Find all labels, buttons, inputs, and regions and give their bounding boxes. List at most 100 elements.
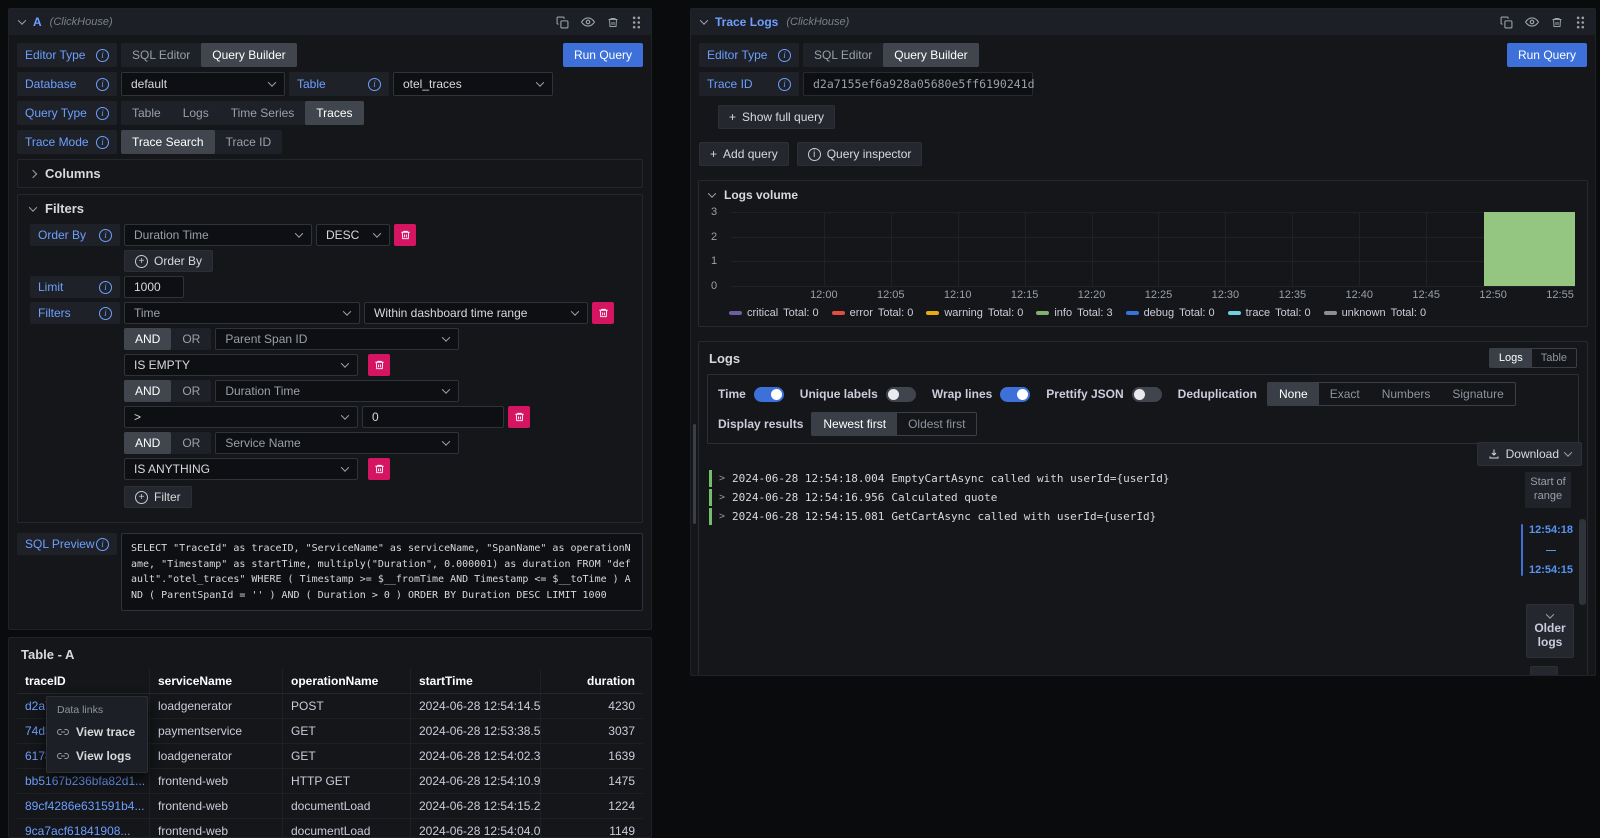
info-icon[interactable]: i xyxy=(96,538,109,551)
query-builder-option[interactable]: Query Builder xyxy=(201,43,296,67)
time-toggle[interactable]: Time xyxy=(718,387,784,402)
or-option[interactable]: OR xyxy=(171,380,211,402)
filter-operator-select[interactable]: Within dashboard time range xyxy=(364,302,588,324)
panel-scrollbar[interactable] xyxy=(693,424,696,524)
remove-filter-button[interactable] xyxy=(368,354,390,376)
run-query-button[interactable]: Run Query xyxy=(563,43,643,67)
query-builder-option[interactable]: Query Builder xyxy=(883,43,978,67)
info-icon[interactable]: i xyxy=(96,78,109,91)
logs-scrollbar[interactable] xyxy=(1579,519,1586,605)
filter-field-select[interactable]: Parent Span ID xyxy=(215,328,459,350)
log-entry[interactable]: >2024-06-28 12:54:16.956Calculated quote xyxy=(709,489,1457,506)
columns-section-header[interactable]: Columns xyxy=(18,160,642,187)
add-filter-button[interactable]: +Filter xyxy=(124,486,192,508)
disable-query-eye-icon[interactable] xyxy=(1525,15,1539,29)
order-by-direction-select[interactable]: DESC xyxy=(316,224,390,246)
view-trace-link[interactable]: View trace xyxy=(47,720,147,744)
delete-query-icon[interactable] xyxy=(1551,16,1563,29)
add-order-by-button[interactable]: +Order By xyxy=(124,250,213,272)
remove-order-by-button[interactable] xyxy=(394,224,416,246)
log-entry[interactable]: >2024-06-28 12:54:15.081GetCartAsync cal… xyxy=(709,508,1457,525)
info-icon[interactable]: i xyxy=(99,229,112,242)
info-icon[interactable]: i xyxy=(368,78,381,91)
add-query-button[interactable]: +Add query xyxy=(699,142,789,166)
duplicate-query-icon[interactable] xyxy=(556,16,569,29)
trace-mode-search[interactable]: Trace Search xyxy=(121,130,215,154)
delete-query-icon[interactable] xyxy=(607,16,619,29)
trace-id-link[interactable]: 9ca7acf61841908... xyxy=(17,819,150,838)
legend-item[interactable]: criticalTotal: 0 xyxy=(729,307,819,319)
older-logs-button[interactable]: Older logs xyxy=(1526,604,1574,658)
run-query-button[interactable]: Run Query xyxy=(1507,43,1587,67)
info-icon[interactable]: i xyxy=(96,136,109,149)
filters-section-header[interactable]: Filters xyxy=(18,195,642,222)
view-logs-link[interactable]: View logs xyxy=(47,744,147,768)
or-option[interactable]: OR xyxy=(171,328,211,350)
view-table-option[interactable]: Table xyxy=(1532,349,1576,367)
toggle-switch-off[interactable] xyxy=(1132,387,1162,402)
download-button[interactable]: Download xyxy=(1477,442,1582,466)
sql-editor-option[interactable]: SQL Editor xyxy=(803,43,883,67)
column-header-traceid[interactable]: traceID xyxy=(17,669,150,694)
trace-mode-id[interactable]: Trace ID xyxy=(215,130,283,154)
unique-labels-toggle[interactable]: Unique labels xyxy=(800,387,916,402)
wrap-lines-toggle[interactable]: Wrap lines xyxy=(932,387,1030,402)
trace-id-link[interactable]: 89cf4286e631591b4... xyxy=(17,794,150,819)
scroll-to-top-button[interactable]: ↑ xyxy=(1530,666,1558,676)
legend-item[interactable]: debugTotal: 0 xyxy=(1126,307,1215,319)
remove-filter-button[interactable] xyxy=(592,302,614,324)
and-option[interactable]: AND xyxy=(124,328,171,350)
info-icon[interactable]: i xyxy=(778,78,791,91)
expand-log-icon[interactable]: > xyxy=(719,492,725,503)
filter-field-select[interactable]: Duration Time xyxy=(215,380,459,402)
logs-volume-header[interactable]: Logs volume xyxy=(699,181,1587,204)
database-select[interactable]: default xyxy=(121,72,285,96)
column-header-starttime[interactable]: startTime xyxy=(411,669,541,694)
sql-editor-option[interactable]: SQL Editor xyxy=(121,43,201,67)
oldest-first-option[interactable]: Oldest first xyxy=(897,413,976,435)
and-option[interactable]: AND xyxy=(124,432,171,454)
and-option[interactable]: AND xyxy=(124,380,171,402)
disable-query-eye-icon[interactable] xyxy=(581,15,595,29)
toggle-switch-on[interactable] xyxy=(1000,387,1030,402)
dedup-none-option[interactable]: None xyxy=(1268,383,1319,405)
filter-field-select[interactable]: Service Name xyxy=(215,432,459,454)
dedup-exact-option[interactable]: Exact xyxy=(1319,383,1371,405)
toggle-switch-on[interactable] xyxy=(754,387,784,402)
filter-operator-select[interactable]: > xyxy=(124,406,358,428)
legend-item[interactable]: errorTotal: 0 xyxy=(832,307,914,319)
dedup-numbers-option[interactable]: Numbers xyxy=(1371,383,1442,405)
info-icon[interactable]: i xyxy=(99,307,112,320)
remove-filter-button[interactable] xyxy=(508,406,530,428)
log-entry[interactable]: >2024-06-28 12:54:18.004EmptyCartAsync c… xyxy=(709,470,1457,487)
dedup-signature-option[interactable]: Signature xyxy=(1441,383,1514,405)
prettify-json-toggle[interactable]: Prettify JSON xyxy=(1046,387,1161,402)
column-header-duration[interactable]: duration xyxy=(541,669,643,694)
column-header-servicename[interactable]: serviceName xyxy=(150,669,283,694)
newest-first-option[interactable]: Newest first xyxy=(812,413,897,435)
order-by-field-select[interactable]: Duration Time xyxy=(124,224,312,246)
query-type-time-series[interactable]: Time Series xyxy=(220,101,306,125)
or-option[interactable]: OR xyxy=(171,432,211,454)
duplicate-query-icon[interactable] xyxy=(1500,16,1513,29)
trace-id-input[interactable]: d2a7155ef6a928a05680e5ff6190241d xyxy=(803,72,1033,96)
remove-filter-button[interactable] xyxy=(368,458,390,480)
query-type-logs[interactable]: Logs xyxy=(172,101,220,125)
legend-item[interactable]: infoTotal: 3 xyxy=(1036,307,1112,319)
drag-handle-icon[interactable] xyxy=(631,16,641,29)
query-type-traces[interactable]: Traces xyxy=(305,101,363,125)
show-full-query-button[interactable]: +Show full query xyxy=(718,105,835,129)
legend-item[interactable]: warningTotal: 0 xyxy=(926,307,1023,319)
expand-log-icon[interactable]: > xyxy=(719,511,725,522)
filter-operator-select[interactable]: IS ANYTHING xyxy=(124,458,358,480)
toggle-switch-off[interactable] xyxy=(886,387,916,402)
filter-value-input[interactable]: 0 xyxy=(362,406,504,428)
info-icon[interactable]: i xyxy=(778,49,791,62)
table-select[interactable]: otel_traces xyxy=(393,72,553,96)
query-type-table[interactable]: Table xyxy=(121,101,172,125)
info-icon[interactable]: i xyxy=(96,107,109,120)
view-logs-option[interactable]: Logs xyxy=(1490,349,1532,367)
collapse-chevron-icon[interactable] xyxy=(18,16,26,24)
collapse-chevron-icon[interactable] xyxy=(700,16,708,24)
column-header-operationname[interactable]: operationName xyxy=(283,669,411,694)
